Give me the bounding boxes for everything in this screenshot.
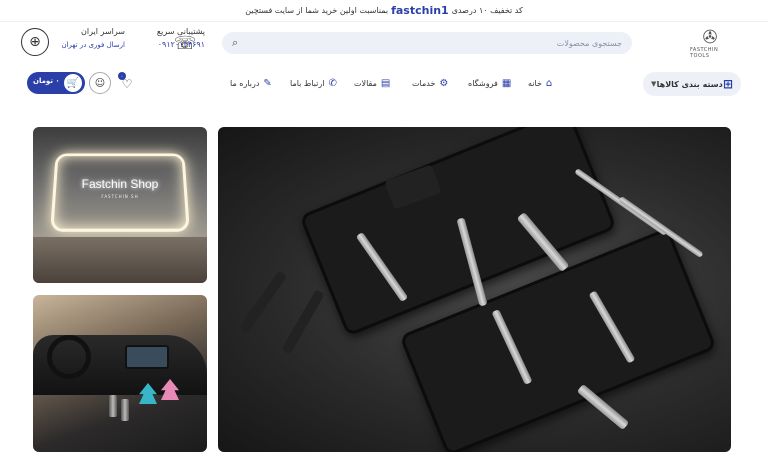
phone-icon: ✆ — [328, 78, 337, 89]
nav-item-label: ارتباط باما — [290, 79, 325, 88]
services-icon: ⚙ — [439, 78, 449, 89]
articles-icon: ▤ — [380, 78, 391, 89]
promo-text-after: بمناسبت اولین خرید شما از سایت فستچین — [245, 6, 389, 15]
categories-button[interactable]: ⊞ دسته بندی کالاها ▼ — [643, 72, 741, 96]
main-nav: ⊞ دسته بندی کالاها ▼ ⌂ خانه ▦ فروشگاه ⚙ … — [0, 66, 768, 100]
tool-long-nose — [238, 270, 288, 334]
nav-item-label: خدمات — [412, 79, 436, 88]
about-icon: ✎ — [263, 78, 272, 89]
shop-banner-title: Fastchin Shop — [81, 177, 159, 191]
main-banner-toolkit[interactable] — [218, 127, 731, 452]
car-screen — [125, 345, 169, 369]
cart-price: ۰ تومان — [33, 77, 60, 85]
promo-bar: کد تخفیف ۱۰ درصدی fastchin1 بمناسبت اولی… — [0, 0, 768, 22]
nav-item-articles[interactable]: ▤ مقالات — [354, 78, 390, 89]
support-info: پشتیبانی سریع ۰۹۱۲۰۱۳۴۶۹۱ — [115, 27, 205, 59]
ceiling-light — [50, 153, 190, 232]
store-icon: ▦ — [501, 78, 512, 89]
product-bottle — [109, 395, 117, 417]
categories-label: دسته بندی کالاها — [656, 79, 723, 89]
promo-code: fastchin1 — [391, 4, 449, 17]
wishlist-badge: ۰ — [118, 72, 126, 80]
shop-banner[interactable]: Fastchin Shop FASTCHIN SH — [33, 127, 207, 283]
home-icon: ⌂ — [545, 78, 553, 89]
nav-item-label: فروشگاه — [468, 79, 498, 88]
search-input[interactable] — [238, 38, 622, 48]
nav-item-label: مقالات — [354, 79, 377, 88]
grid-icon: ⊞ — [722, 77, 733, 91]
shop-floor — [33, 237, 207, 283]
nav-item-about[interactable]: ✎ درباره ما — [230, 78, 272, 89]
logo-icon: ✇ — [702, 27, 718, 48]
search-icon[interactable]: ⌕ — [232, 36, 238, 50]
shipping-title: سراسر ایران — [81, 27, 125, 36]
shipping-subtitle: ارسال فوری در تهران — [61, 41, 125, 49]
globe-icon: ⊕ — [21, 28, 49, 56]
nav-item-services[interactable]: ⚙ خدمات — [412, 78, 448, 89]
tool-long-nose-2 — [281, 289, 325, 355]
car-accessories-banner[interactable] — [33, 295, 207, 452]
shop-banner-subtitle: FASTCHIN SH — [101, 194, 139, 199]
nav-item-label: درباره ما — [230, 79, 260, 88]
promo-text-before: کد تخفیف ۱۰ درصدی — [451, 6, 523, 15]
nav-item-contact[interactable]: ✆ ارتباط باما — [290, 78, 337, 89]
chevron-down-icon: ▼ — [651, 80, 657, 88]
shipping-info: سراسر ایران ارسال فوری در تهران — [55, 27, 125, 59]
nav-item-label: خانه — [528, 79, 542, 88]
steering-wheel — [47, 335, 91, 379]
product-bottle-2 — [121, 399, 129, 421]
search-bar[interactable]: ⌕ — [222, 32, 632, 54]
nav-item-store[interactable]: ▦ فروشگاه — [468, 78, 511, 89]
user-account-button[interactable]: ☺ — [89, 72, 111, 94]
cart-icon: 🛒 — [64, 74, 82, 92]
support-phone[interactable]: ۰۹۱۲۰۱۳۴۶۹۱ — [115, 40, 205, 49]
logo-text: FASTCHIN TOOLS — [690, 47, 719, 59]
nav-item-home[interactable]: ⌂ خانه — [528, 78, 552, 89]
site-logo[interactable]: ✇ FASTCHIN TOOLS — [690, 27, 730, 61]
wishlist-button[interactable]: ♡ ۰ — [118, 72, 136, 93]
support-title: پشتیبانی سریع — [156, 27, 205, 36]
user-icon: ☺ — [94, 77, 106, 89]
cart-button[interactable]: ۰ تومان 🛒 — [27, 72, 85, 94]
